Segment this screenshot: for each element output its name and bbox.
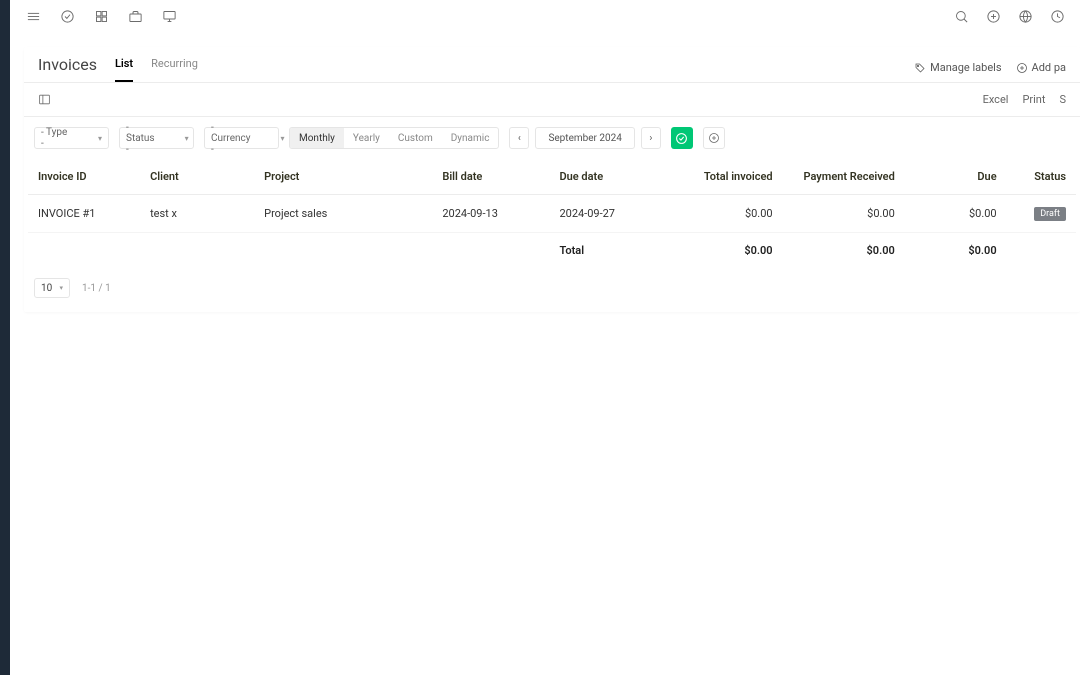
cell-payment-received: $0.00 xyxy=(781,195,903,233)
total-label: Total xyxy=(551,233,668,269)
th-due-date[interactable]: Due date xyxy=(551,159,668,195)
extra-button[interactable]: S xyxy=(1059,93,1066,106)
period-yearly[interactable]: Yearly xyxy=(344,128,389,148)
total-due: $0.00 xyxy=(903,233,1005,269)
th-invoice-id[interactable]: Invoice ID xyxy=(28,159,142,195)
th-due[interactable]: Due xyxy=(903,159,1005,195)
cell-client: test x xyxy=(142,195,256,233)
manage-labels-label: Manage labels xyxy=(930,61,1001,74)
total-payment-received: $0.00 xyxy=(781,233,903,269)
cell-due-date: 2024-09-27 xyxy=(551,195,668,233)
briefcase-icon[interactable] xyxy=(126,8,144,26)
th-client[interactable]: Client xyxy=(142,159,256,195)
currency-select-label: - Currency - xyxy=(211,122,251,155)
page-info: 1-1 / 1 xyxy=(82,283,111,294)
globe-icon[interactable] xyxy=(1016,8,1034,26)
chevron-down-icon: ▾ xyxy=(281,134,285,143)
status-badge: Draft xyxy=(1034,207,1066,221)
status-select[interactable]: - Status - ▾ xyxy=(119,127,194,149)
export-excel-button[interactable]: Excel xyxy=(983,93,1009,106)
th-project[interactable]: Project xyxy=(256,159,434,195)
plus-circle-icon xyxy=(1016,62,1028,74)
print-button[interactable]: Print xyxy=(1022,93,1045,106)
period-mode-segmented: Monthly Yearly Custom Dynamic xyxy=(289,127,499,149)
add-payment-label: Add pa xyxy=(1032,61,1066,74)
sidebar xyxy=(0,0,10,675)
table-header-row: Invoice ID Client Project Bill date Due … xyxy=(28,159,1076,195)
topbar xyxy=(10,0,1080,33)
cell-invoice-id: INVOICE #1 xyxy=(28,195,142,233)
plus-circle-icon xyxy=(708,132,720,144)
check-circle-icon xyxy=(675,132,688,145)
chevron-right-icon: › xyxy=(649,133,652,144)
period-dynamic[interactable]: Dynamic xyxy=(442,128,499,148)
table-total-row: Total $0.00 $0.00 $0.00 xyxy=(28,233,1076,269)
th-status[interactable]: Status xyxy=(1005,159,1076,195)
search-icon[interactable] xyxy=(952,8,970,26)
th-total-invoiced[interactable]: Total invoiced xyxy=(669,159,781,195)
period-monthly[interactable]: Monthly xyxy=(290,128,344,148)
status-select-label: - Status - xyxy=(126,122,155,155)
date-prev-button[interactable]: ‹ xyxy=(509,127,529,149)
grid-icon[interactable] xyxy=(92,8,110,26)
cell-total-invoiced: $0.00 xyxy=(669,195,781,233)
check-circle-icon[interactable] xyxy=(58,8,76,26)
clock-icon[interactable] xyxy=(1048,8,1066,26)
menu-icon[interactable] xyxy=(24,8,42,26)
page-size-select[interactable]: 10 ▾ xyxy=(34,278,70,298)
th-payment-received[interactable]: Payment Received xyxy=(781,159,903,195)
panel-toggle-icon[interactable] xyxy=(38,93,51,106)
monitor-icon[interactable] xyxy=(160,8,178,26)
invoices-card: Invoices List Recurring Manage labels Ad… xyxy=(24,47,1080,312)
manage-labels-button[interactable]: Manage labels xyxy=(914,61,1001,74)
period-custom[interactable]: Custom xyxy=(389,128,442,148)
cell-bill-date: 2024-09-13 xyxy=(434,195,551,233)
cell-status: Draft xyxy=(1005,195,1076,233)
chevron-down-icon: ▾ xyxy=(185,134,189,143)
th-bill-date[interactable]: Bill date xyxy=(434,159,551,195)
page-size-value: 10 xyxy=(41,283,52,294)
invoice-table: Invoice ID Client Project Bill date Due … xyxy=(28,159,1076,268)
cell-project: Project sales xyxy=(256,195,434,233)
table-row[interactable]: INVOICE #1 test x Project sales 2024-09-… xyxy=(28,195,1076,233)
chevron-down-icon: ▾ xyxy=(98,134,102,143)
total-invoiced: $0.00 xyxy=(669,233,781,269)
refresh-button[interactable] xyxy=(671,127,693,149)
chevron-down-icon: ▾ xyxy=(59,284,63,292)
main: Invoices List Recurring Manage labels Ad… xyxy=(10,0,1080,675)
cell-due: $0.00 xyxy=(903,195,1005,233)
tab-list[interactable]: List xyxy=(115,57,133,82)
tag-icon xyxy=(914,62,926,74)
add-circle-icon[interactable] xyxy=(984,8,1002,26)
page-title: Invoices xyxy=(38,55,97,82)
chevron-left-icon: ‹ xyxy=(518,133,521,144)
type-select-label: - Type - xyxy=(41,127,68,149)
tab-recurring[interactable]: Recurring xyxy=(151,57,198,82)
type-select[interactable]: - Type - ▾ xyxy=(34,127,109,149)
add-filter-button[interactable] xyxy=(703,127,725,149)
date-range-label[interactable]: September 2024 xyxy=(535,127,634,149)
currency-select[interactable]: - Currency - ▾ xyxy=(204,127,279,149)
tabs: List Recurring xyxy=(115,47,198,82)
date-next-button[interactable]: › xyxy=(641,127,661,149)
add-payment-button[interactable]: Add pa xyxy=(1016,61,1066,74)
